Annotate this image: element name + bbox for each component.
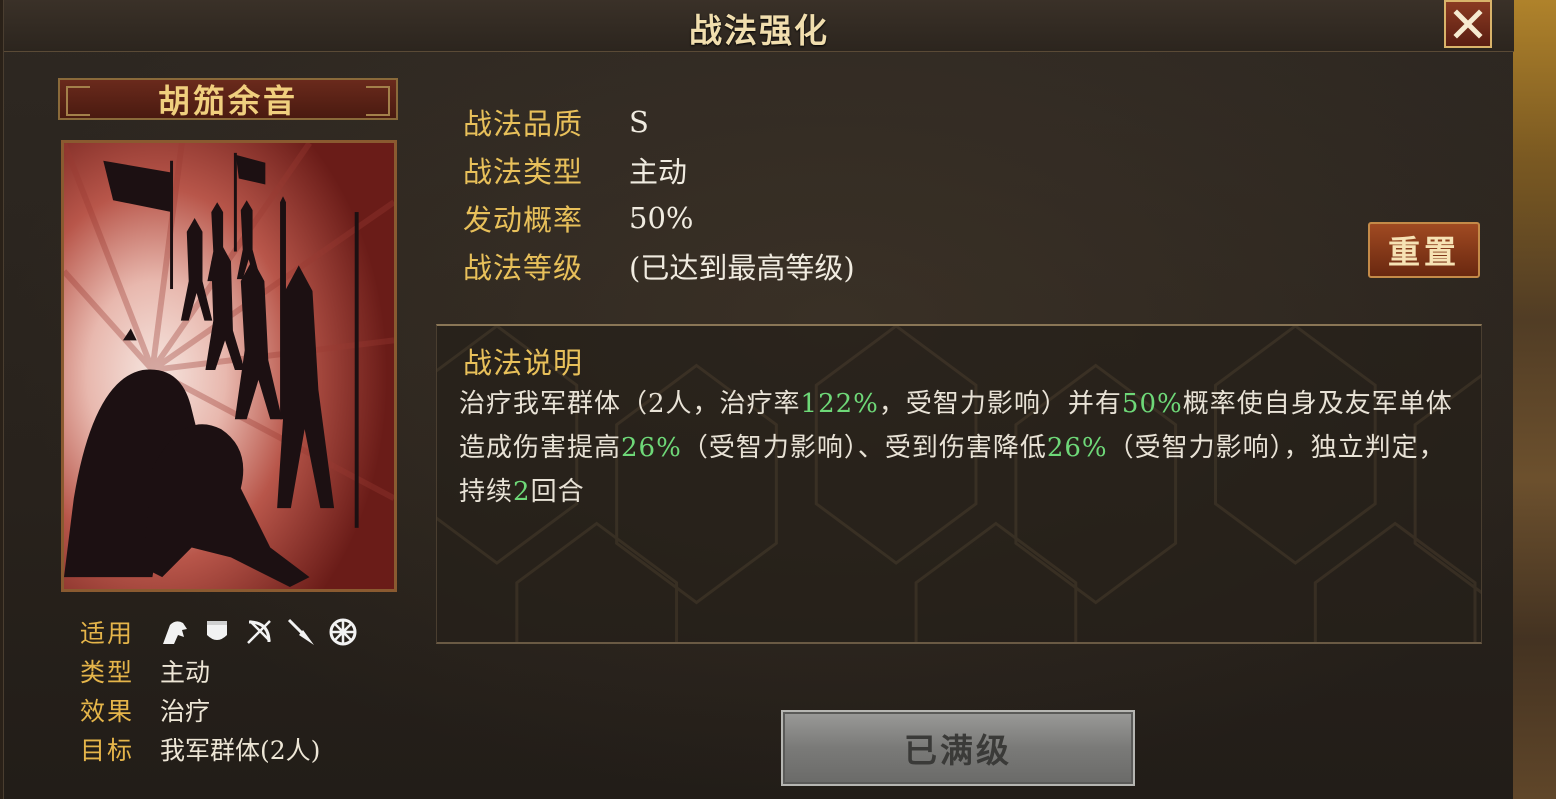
meta-type-label: 类型 bbox=[80, 657, 135, 687]
skill-info: 战法品质 S 战法类型 主动 发动概率 50% 战法等级 (已达到最高等级) bbox=[463, 98, 855, 290]
spear-icon bbox=[287, 618, 314, 645]
skill-description-box: 战法说明 治疗我军群体（2人，治疗率122%，受智力影响）并有50%概率使自身及… bbox=[436, 324, 1482, 644]
close-icon bbox=[1453, 9, 1483, 39]
bow-icon bbox=[247, 619, 271, 644]
info-rate-label: 发动概率 bbox=[463, 203, 584, 237]
skill-illustration bbox=[64, 143, 394, 589]
meta-applicable-row: 适用 bbox=[80, 612, 358, 651]
cavalry-icon bbox=[163, 620, 187, 644]
description-title: 战法说明 bbox=[463, 346, 584, 380]
skill-name-plate: 胡笳余音 bbox=[58, 78, 398, 120]
meta-type-value: 主动 bbox=[160, 657, 211, 687]
info-kind-row: 战法类型 主动 bbox=[463, 146, 855, 194]
info-quality-label: 战法品质 bbox=[463, 107, 584, 141]
unit-type-icons bbox=[160, 617, 358, 647]
description-highlight: 50% bbox=[1121, 389, 1183, 419]
skill-card-art bbox=[61, 140, 397, 592]
skill-enhance-panel: 战法强化 胡笳余音 适用 类型 主动 效果 治疗 目标 我军群体(2人) 战法品… bbox=[3, 0, 1514, 799]
description-segment: 回合 bbox=[530, 477, 585, 507]
description-highlight: 26% bbox=[621, 433, 682, 463]
meta-target-row: 目标 我军群体(2人) bbox=[80, 729, 358, 768]
shield-icon bbox=[207, 620, 227, 640]
info-kind-label: 战法类型 bbox=[463, 155, 584, 189]
max-level-button[interactable]: 已满级 bbox=[781, 710, 1135, 786]
title-bar: 战法强化 bbox=[4, 0, 1514, 52]
info-rate-value: 50% bbox=[629, 201, 694, 235]
info-quality-row: 战法品质 S bbox=[463, 98, 855, 146]
meta-type-row: 类型 主动 bbox=[80, 651, 358, 690]
meta-effect-value: 治疗 bbox=[160, 696, 211, 726]
background-right-edge bbox=[1512, 0, 1556, 799]
description-segment: ，受智力影响）并有 bbox=[878, 389, 1122, 419]
wheel-icon bbox=[329, 618, 357, 645]
description-highlight: 2 bbox=[513, 477, 531, 507]
meta-effect-row: 效果 治疗 bbox=[80, 690, 358, 729]
meta-target-value: 我军群体(2人) bbox=[160, 735, 321, 765]
info-quality-value: S bbox=[629, 105, 649, 139]
description-segment: （受智力影响）、受到伤害降低 bbox=[681, 433, 1047, 463]
description-segment: 治疗我军群体（2人，治疗率 bbox=[459, 389, 801, 419]
close-button[interactable] bbox=[1444, 0, 1492, 48]
meta-target-label: 目标 bbox=[80, 735, 135, 765]
reset-button[interactable]: 重置 bbox=[1368, 222, 1480, 278]
description-text: 治疗我军群体（2人，治疗率122%，受智力影响）并有50%概率使自身及友军单体造… bbox=[459, 382, 1459, 514]
info-rate-row: 发动概率 50% bbox=[463, 194, 855, 242]
info-level-label: 战法等级 bbox=[463, 251, 584, 285]
info-kind-value: 主动 bbox=[629, 155, 688, 189]
skill-name: 胡笳余音 bbox=[157, 82, 298, 120]
meta-effect-label: 效果 bbox=[80, 696, 135, 726]
meta-applicable-label: 适用 bbox=[80, 618, 135, 648]
window-title: 战法强化 bbox=[689, 11, 829, 50]
skill-meta: 适用 类型 主动 效果 治疗 目标 我军群体(2人) bbox=[80, 612, 358, 768]
description-highlight: 122% bbox=[800, 389, 879, 419]
info-level-value: (已达到最高等级) bbox=[629, 251, 855, 285]
description-highlight: 26% bbox=[1046, 433, 1108, 463]
info-level-row: 战法等级 (已达到最高等级) bbox=[463, 242, 855, 290]
